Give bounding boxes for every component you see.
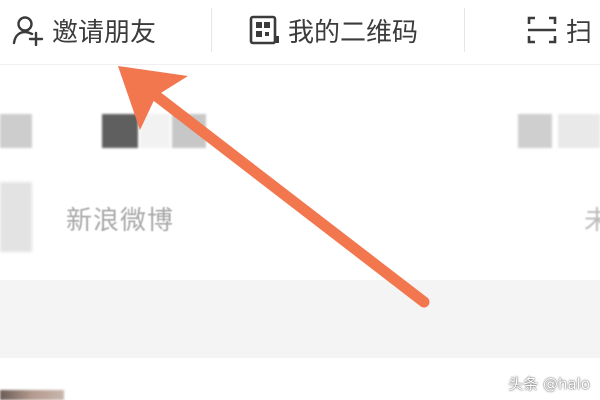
- blurred-avatar: [0, 390, 64, 400]
- divider: [464, 8, 465, 52]
- scan-label: 扫: [566, 17, 593, 48]
- my-qr-code-label: 我的二维码: [288, 17, 419, 48]
- my-qr-code-button[interactable]: 我的二维码: [248, 0, 418, 60]
- blurred-avatar: [102, 114, 138, 148]
- top-action-bar: 邀请朋友 我的二维码 扫: [0, 0, 600, 65]
- invite-friends-label: 邀请朋友: [52, 17, 157, 48]
- divider: [211, 8, 212, 52]
- weibo-status-text: 未: [584, 206, 600, 236]
- screen: 邀请朋友 我的二维码 扫 新浪微博 未 头条 @halo: [0, 0, 600, 400]
- watermark: 头条 @halo: [508, 375, 590, 393]
- scan-icon: [526, 14, 558, 46]
- qr-code-icon: [248, 14, 280, 46]
- weibo-label: 新浪微博: [66, 206, 175, 236]
- weibo-avatar: [0, 182, 32, 252]
- blurred-avatar: [172, 114, 206, 148]
- blurred-avatar: [140, 114, 170, 148]
- blurred-avatar: [558, 114, 600, 148]
- add-person-icon: [12, 14, 44, 46]
- scan-button[interactable]: 扫: [526, 0, 592, 60]
- blurred-avatar: [0, 114, 32, 148]
- blurred-avatar: [518, 114, 552, 148]
- invite-friends-button[interactable]: 邀请朋友: [12, 0, 156, 60]
- section-divider: [0, 280, 600, 358]
